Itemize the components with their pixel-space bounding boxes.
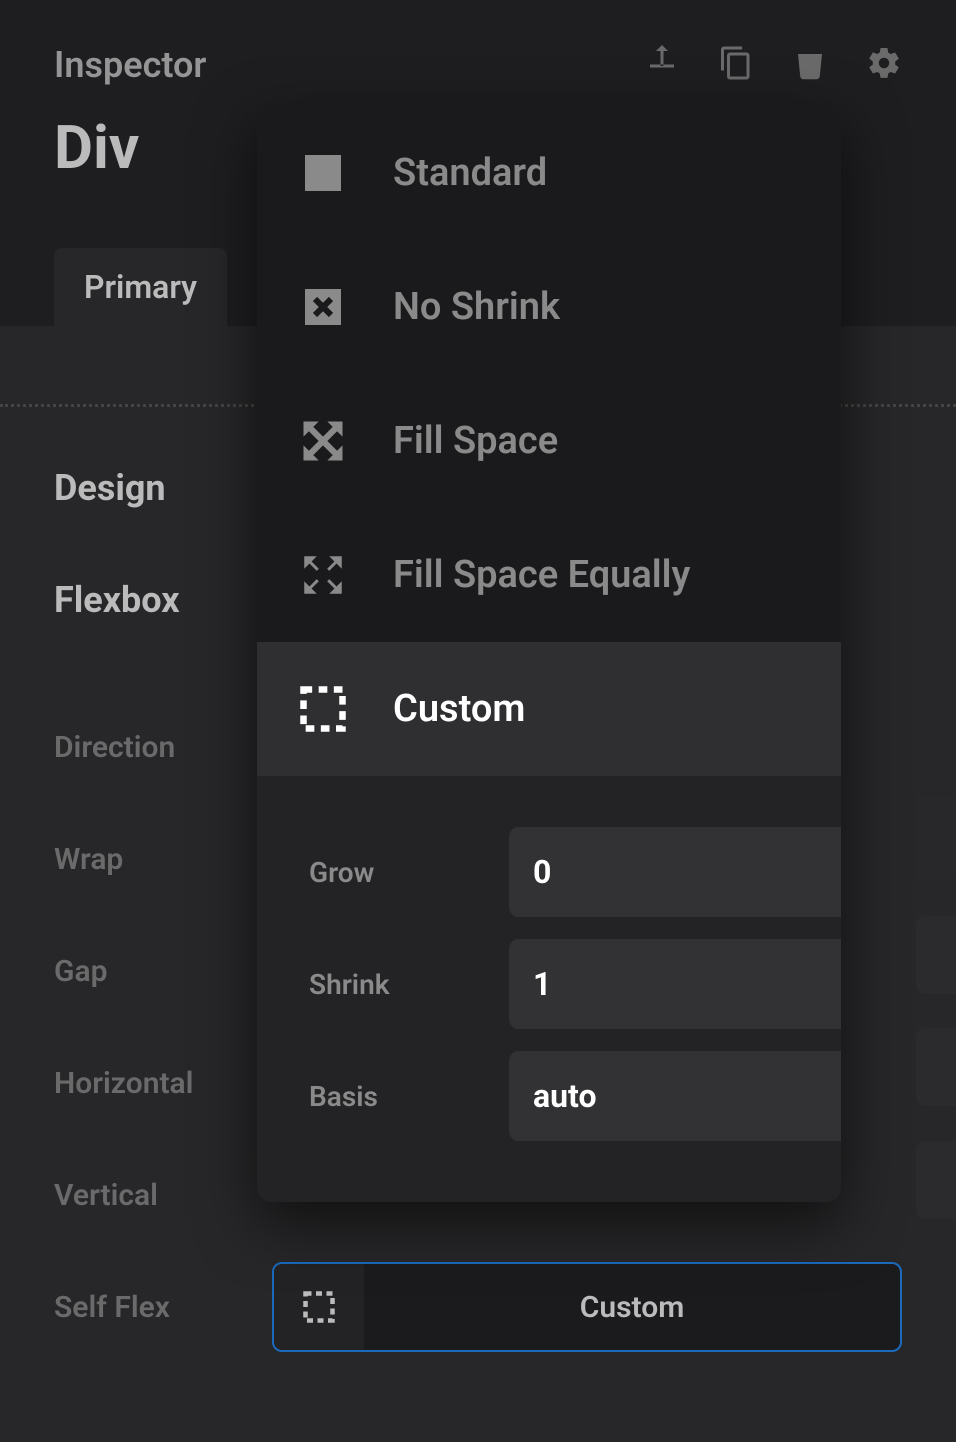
self-flex-dropdown[interactable]: Custom (272, 1262, 902, 1352)
self-flex-row: Self Flex Custom (54, 1251, 902, 1363)
self-flex-label: Self Flex (54, 1290, 254, 1325)
option-fill-space-label: Fill Space (393, 419, 558, 463)
option-no-shrink-label: No Shrink (393, 285, 560, 329)
basis-label: Basis (309, 1080, 509, 1113)
expand-diagonal-icon (297, 415, 349, 467)
shrink-label: Shrink (309, 968, 509, 1001)
option-fill-space-equally-label: Fill Space Equally (393, 553, 690, 597)
shrink-row: Shrink (309, 928, 789, 1040)
custom-values-panel: Grow Shrink Basis (257, 776, 841, 1202)
move-up-icon[interactable] (644, 45, 680, 85)
shrink-input[interactable] (509, 939, 841, 1029)
tab-primary[interactable]: Primary (54, 248, 227, 326)
grow-label: Grow (309, 856, 509, 889)
gear-icon[interactable] (866, 45, 902, 85)
copy-icon[interactable] (718, 45, 754, 85)
option-custom-label: Custom (393, 687, 525, 731)
square-icon (297, 147, 349, 199)
custom-dashed-icon (297, 683, 349, 735)
option-fill-space-equally[interactable]: Fill Space Equally (257, 508, 841, 642)
basis-row: Basis (309, 1040, 789, 1152)
grow-row: Grow (309, 816, 789, 928)
inspector-title: Inspector (54, 44, 206, 86)
header-action-icons (644, 45, 902, 85)
header-top-row: Inspector (54, 44, 902, 86)
custom-dashed-icon (274, 1264, 364, 1350)
option-standard-label: Standard (393, 151, 547, 195)
grow-input[interactable] (509, 827, 841, 917)
basis-input[interactable] (509, 1051, 841, 1141)
delete-icon[interactable] (792, 45, 828, 85)
option-fill-space[interactable]: Fill Space (257, 374, 841, 508)
option-standard[interactable]: Standard (257, 106, 841, 240)
option-no-shrink[interactable]: No Shrink (257, 240, 841, 374)
square-x-icon (297, 281, 349, 333)
self-flex-popup: Standard No Shrink Fill Space Fill Space… (257, 106, 841, 1202)
self-flex-value: Custom (364, 1290, 900, 1325)
expand-all-icon (297, 549, 349, 601)
option-custom[interactable]: Custom (257, 642, 841, 776)
tab-bar: Primary (54, 248, 227, 326)
